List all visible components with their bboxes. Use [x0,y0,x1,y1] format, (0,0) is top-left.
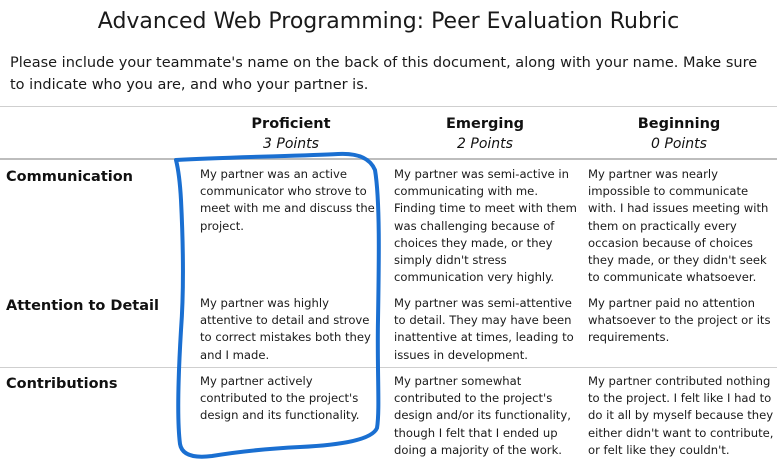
cell-communication-proficient: My partner was an active communicator wh… [200,167,375,233]
column-points: 2 Points [457,136,513,152]
header-divider [0,106,777,107]
cell-attention-proficient: My partner was highly attentive to detai… [200,296,371,362]
row-divider [0,367,777,368]
cell-communication-emerging: My partner was semi-active in communicat… [394,167,577,285]
row-label-contributions: Contributions [6,376,118,392]
column-name: Emerging [445,116,525,132]
row-label-communication: Communication [6,169,134,185]
instructions-text: Please include your teammate's name on t… [10,55,758,93]
row-label-attention-to-detail: Attention to Detail [6,298,159,314]
column-header-proficient: Proficient 3 Points [196,114,386,154]
document-title: Advanced Web Programming: Peer Evaluatio… [97,9,680,34]
column-points: 0 Points [651,136,707,152]
cell-attention-emerging: My partner was semi-attentive to detail.… [394,296,574,362]
column-header-emerging: Emerging 2 Points [390,114,580,154]
column-name: Proficient [251,116,331,132]
column-name: Beginning [637,116,721,132]
rubric-document: Advanced Web Programming: Peer Evaluatio… [0,0,777,463]
column-header-beginning: Beginning 0 Points [584,114,774,154]
column-points: 3 Points [263,136,319,152]
cell-attention-beginning: My partner paid no attention whatsoever … [588,296,771,345]
table-header-divider [0,158,777,160]
cell-contributions-emerging: My partner somewhat contributed to the p… [394,374,571,457]
cell-communication-beginning: My partner was nearly impossible to comm… [588,167,769,285]
cell-contributions-beginning: My partner contributed nothing to the pr… [588,374,774,457]
cell-contributions-proficient: My partner actively contributed to the p… [200,374,360,423]
